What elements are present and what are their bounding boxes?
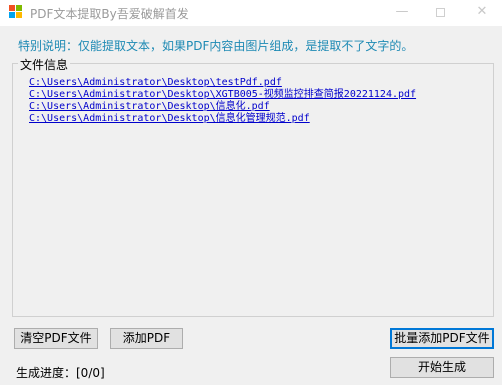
close-icon[interactable]: ✕ <box>462 0 502 26</box>
file-link[interactable]: C:\Users\Administrator\Desktop\信息化.pdf <box>29 101 416 113</box>
maximize-icon[interactable] <box>420 0 460 26</box>
file-link[interactable]: C:\Users\Administrator\Desktop\信息化管理规范.p… <box>29 113 416 125</box>
progress-label: 生成进度：[0/0] <box>16 366 105 380</box>
minimize-icon[interactable]: — <box>382 0 422 26</box>
file-info-label: 文件信息 <box>18 56 71 73</box>
app-icon <box>9 5 23 19</box>
clear-pdf-button[interactable]: 清空PDF文件 <box>14 328 98 349</box>
window-title: PDF文本提取By吾爱破解首发 <box>30 7 189 21</box>
title-bar: PDF文本提取By吾爱破解首发 — ✕ <box>0 0 502 26</box>
start-generate-button[interactable]: 开始生成 <box>390 357 494 378</box>
add-pdf-button[interactable]: 添加PDF <box>110 328 183 349</box>
batch-add-pdf-button[interactable]: 批量添加PDF文件 <box>390 328 494 349</box>
file-list: C:\Users\Administrator\Desktop\testPdf.p… <box>29 77 416 125</box>
file-link[interactable]: C:\Users\Administrator\Desktop\testPdf.p… <box>29 77 416 89</box>
notice-text: 特别说明：仅能提取文本，如果PDF内容由图片组成，是提取不了文字的。 <box>18 39 414 53</box>
file-link[interactable]: C:\Users\Administrator\Desktop\XGTB005-视… <box>29 89 416 101</box>
